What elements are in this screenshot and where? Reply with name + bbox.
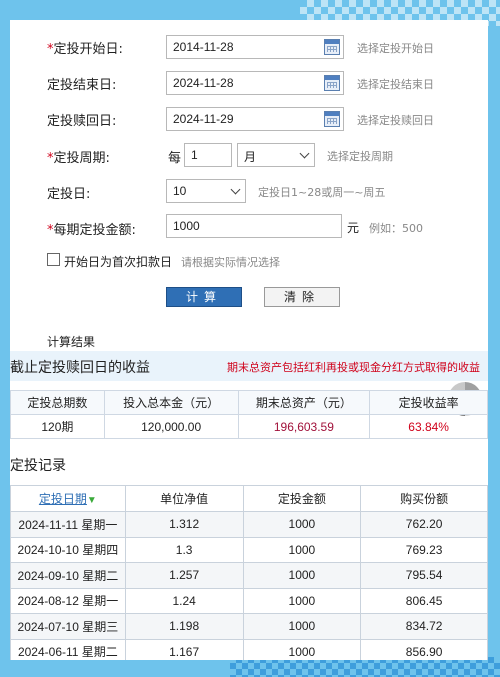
value-total-periods: 120期 <box>10 414 105 439</box>
header-shares: 购买份额 <box>360 485 488 512</box>
results-note: 期末总资产包括红利再投或现金分红方式取得的收益 <box>227 361 480 374</box>
redeem-date-hint: 选择定投赎回日 <box>357 114 434 127</box>
checker-decoration-bottom <box>230 657 500 677</box>
header-principal: 投入总本金（元） <box>103 390 239 415</box>
first-debit-label: 开始日为首次扣款日 <box>64 255 173 269</box>
day-hint: 定投日1~28或周一~周五 <box>258 186 386 199</box>
end-date-hint: 选择定投结束日 <box>357 78 434 91</box>
period-label: *定投周期: <box>47 151 110 166</box>
results-band: 截止定投赎回日的收益 期末总资产包括红利再投或现金分红方式取得的收益 <box>10 351 488 381</box>
start-date-hint: 选择定投开始日 <box>357 42 434 55</box>
header-nav: 单位净值 <box>124 485 244 512</box>
table-row: 2024-06-11 星期二 1.167 1000 856.90 <box>10 638 488 660</box>
period-unit-select[interactable]: 月 <box>237 143 315 167</box>
amount-hint: 例如：500 <box>369 222 423 235</box>
period-prefix: 每 <box>168 151 182 166</box>
day-label: 定投日: <box>47 187 91 202</box>
header-amount: 定投金额 <box>242 485 362 512</box>
records-title: 定投记录 <box>10 458 66 474</box>
table-row: 2024-09-10 星期二 1.257 1000 795.54 <box>10 562 488 589</box>
period-count-input[interactable]: 1 <box>184 143 232 167</box>
value-return-rate: 63.84% <box>369 414 488 439</box>
redeem-date-label: 定投赎回日: <box>47 114 117 129</box>
calendar-icon[interactable] <box>324 75 340 91</box>
clear-button[interactable]: 清除 <box>264 287 340 307</box>
chevron-down-icon <box>299 148 310 159</box>
calculator-panel: *定投开始日: 2014-11-28 选择定投开始日 定投结束日: 2024-1… <box>10 20 488 660</box>
value-principal: 120,000.00 <box>103 414 239 439</box>
amount-label: *每期定投金额: <box>47 223 136 238</box>
sort-down-icon[interactable]: ▼ <box>87 495 97 506</box>
amount-unit: 元 <box>347 221 360 235</box>
table-row: 2024-07-10 星期三 1.198 1000 834.72 <box>10 613 488 640</box>
end-date-label: 定投结束日: <box>47 78 117 93</box>
calculate-button[interactable]: 计算 <box>166 287 242 307</box>
table-row: 2024-11-11 星期一 1.312 1000 762.20 <box>10 511 488 538</box>
results-value-row: 120期 120,000.00 196,603.59 63.84% <box>10 414 488 439</box>
calendar-icon[interactable] <box>324 39 340 55</box>
header-return-rate: 定投收益率 <box>369 390 488 415</box>
amount-input[interactable]: 1000 <box>166 214 342 238</box>
day-select[interactable]: 10 <box>166 179 246 203</box>
first-debit-hint: 请根据实际情况选择 <box>181 256 280 269</box>
results-table: 定投总期数 投入总本金（元） 期末总资产（元） 定投收益率 120期 120,0… <box>10 390 488 439</box>
header-date[interactable]: 定投日期▼ <box>10 485 126 512</box>
value-final-assets: 196,603.59 <box>237 414 371 439</box>
header-final-assets: 期末总资产（元） <box>237 390 371 415</box>
results-section-label: 计算结果 <box>47 335 96 349</box>
records-table: 定投日期▼ 单位净值 定投金额 购买份额 2024-11-11 星期一 1.31… <box>10 485 488 660</box>
start-date-label: *定投开始日: <box>47 42 123 57</box>
end-date-input[interactable]: 2024-11-28 <box>166 71 344 95</box>
start-date-input[interactable]: 2014-11-28 <box>166 35 344 59</box>
header-total-periods: 定投总期数 <box>10 390 105 415</box>
results-title: 截止定投赎回日的收益 <box>10 360 150 376</box>
redeem-date-input[interactable]: 2024-11-29 <box>166 107 344 131</box>
calendar-icon[interactable] <box>324 111 340 127</box>
table-row: 2024-10-10 星期四 1.3 1000 769.23 <box>10 536 488 563</box>
chevron-down-icon <box>230 184 241 195</box>
period-hint: 选择定投周期 <box>327 150 393 163</box>
records-header-row: 定投日期▼ 单位净值 定投金额 购买份额 <box>10 485 488 512</box>
table-row: 2024-08-12 星期一 1.24 1000 806.45 <box>10 587 488 614</box>
results-header-row: 定投总期数 投入总本金（元） 期末总资产（元） 定投收益率 <box>10 390 488 415</box>
first-debit-checkbox[interactable] <box>47 253 60 266</box>
